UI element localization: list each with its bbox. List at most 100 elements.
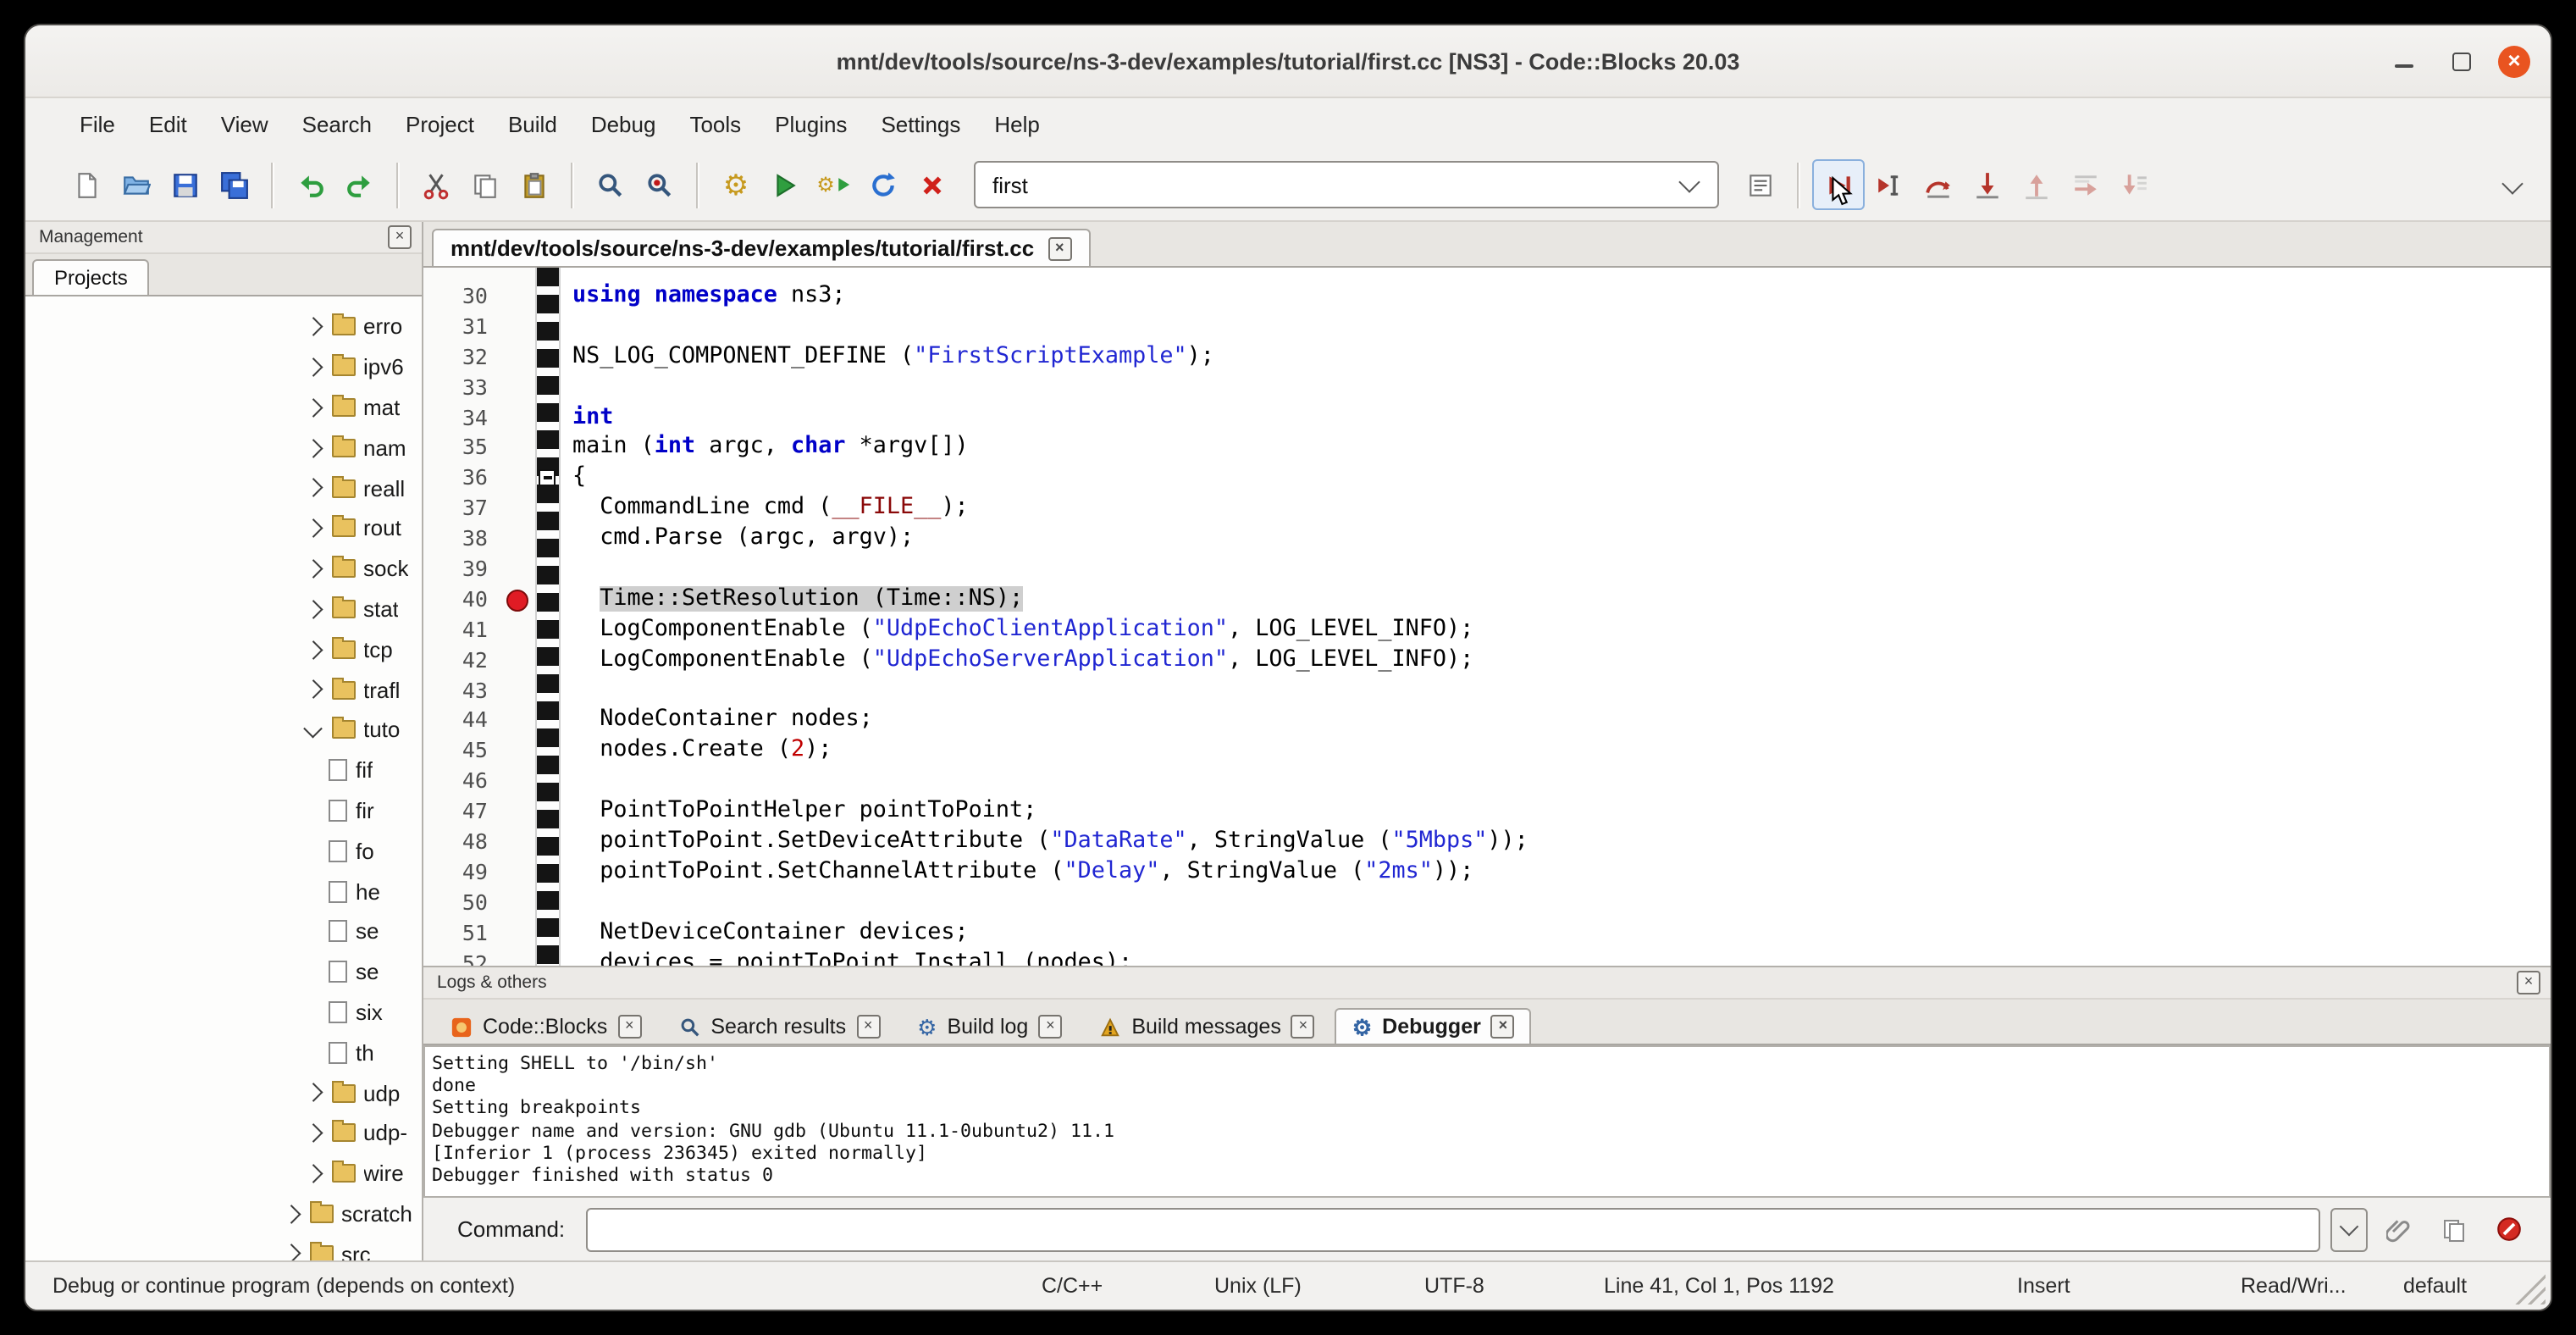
close-icon[interactable] [388,225,412,249]
code-line[interactable]: PointToPointHelper pointToPoint; [572,796,2551,827]
save-button[interactable] [161,161,210,208]
open-file-button[interactable] [112,161,161,208]
line-number[interactable]: 46 [423,767,488,797]
menu-debug[interactable]: Debug [574,104,673,143]
code-line[interactable]: NodeContainer nodes; [572,706,2551,736]
menu-edit[interactable]: Edit [132,104,204,143]
replace-button[interactable] [635,161,684,208]
attach-button[interactable] [2378,1207,2422,1251]
cut-button[interactable] [412,161,461,208]
command-input[interactable] [585,1207,2320,1251]
line-number[interactable]: 36 [423,463,488,494]
logs-tab-build-messages[interactable]: Build messages [1082,1008,1332,1044]
debugger-output[interactable]: Setting SHELL to '/bin/sh'doneSetting br… [423,1045,2551,1198]
find-button[interactable] [586,161,635,208]
chevron-down-icon[interactable] [304,718,322,736]
next-instruction-button[interactable] [2061,161,2110,208]
line-number[interactable]: 37 [423,493,488,523]
code-line[interactable]: NS_LOG_COMPONENT_DEFINE ("FirstScriptExa… [572,342,2551,373]
menu-help[interactable]: Help [977,104,1057,143]
code-line[interactable] [572,554,2551,584]
chevron-right-icon[interactable] [304,1124,322,1142]
line-number[interactable]: 47 [423,796,488,827]
code-line[interactable]: NetDeviceContainer devices; [572,917,2551,948]
menu-settings[interactable]: Settings [864,104,977,143]
line-number[interactable]: 52 [423,948,488,966]
tree-item-udp-[interactable]: udp- [25,1113,422,1154]
code-line[interactable]: { [572,463,2551,494]
code-line[interactable]: pointToPoint.SetDeviceAttribute ("DataRa… [572,827,2551,857]
copy-button[interactable] [461,161,510,208]
close-icon[interactable] [2517,971,2540,994]
logs-tab-code-blocks[interactable]: Code::Blocks [434,1008,658,1044]
menu-project[interactable]: Project [389,104,491,143]
build-button[interactable]: ⚙ [711,161,760,208]
tree-item-src[interactable]: src [25,1234,422,1260]
close-icon[interactable] [1038,1015,1062,1039]
line-number[interactable]: 50 [423,888,488,918]
line-number[interactable]: 38 [423,523,488,554]
line-number[interactable]: 42 [423,645,488,675]
chevron-right-icon[interactable] [304,560,322,578]
tree-item-erro[interactable]: erro [25,307,422,347]
logs-tab-build-log[interactable]: ⚙Build log [900,1008,1079,1044]
rebuild-button[interactable] [859,161,908,208]
tree-item-rout[interactable]: rout [25,508,422,549]
code-line[interactable]: cmd.Parse (argc, argv); [572,523,2551,554]
chevron-right-icon[interactable] [304,479,322,497]
code-line[interactable]: CommandLine cmd (__FILE__); [572,493,2551,523]
tree-item-fir[interactable]: fir [25,790,422,831]
chevron-right-icon[interactable] [304,358,322,376]
chevron-right-icon[interactable] [304,600,322,618]
tree-item-scratch[interactable]: scratch [25,1194,422,1234]
tree-item-fif[interactable]: fif [25,751,422,791]
step-out-button[interactable] [2012,161,2061,208]
paste-button[interactable] [510,161,559,208]
chevron-right-icon[interactable] [282,1245,300,1260]
menu-view[interactable]: View [204,104,285,143]
tree-item-tuto[interactable]: tuto [25,710,422,751]
logs-tab-search-results[interactable]: Search results [661,1008,897,1044]
chevron-right-icon[interactable] [304,318,322,335]
breakpoint-marker[interactable] [506,589,528,611]
tree-item-fo[interactable]: fo [25,831,422,872]
resize-grip[interactable] [2512,1271,2546,1305]
close-icon[interactable] [1048,236,1071,260]
tree-item-he[interactable]: he [25,871,422,911]
code-editor[interactable]: 3031323334353637383940414243444546474849… [423,268,2551,966]
code-line[interactable] [572,888,2551,918]
menu-file[interactable]: File [63,104,132,143]
menu-build[interactable]: Build [491,104,574,143]
toolbar-overflow-button[interactable] [2488,161,2537,208]
chevron-right-icon[interactable] [304,439,322,457]
tree-item-wire[interactable]: wire [25,1153,422,1194]
titlebar[interactable]: mnt/dev/tools/source/ns-3-dev/examples/t… [25,25,2551,98]
code-area[interactable]: using namespace ns3; NS_LOG_COMPONENT_DEF… [561,268,2551,966]
run-button[interactable] [760,161,810,208]
code-line[interactable] [572,767,2551,797]
tab-projects[interactable]: Projects [32,259,150,295]
abort-button[interactable] [908,161,957,208]
line-number[interactable]: 31 [423,312,488,342]
select-target-button[interactable] [1736,161,1785,208]
close-button[interactable] [2498,45,2530,77]
build-target-combobox[interactable]: first [974,161,1719,208]
code-line[interactable]: LogComponentEnable ("UdpEchoServerApplic… [572,645,2551,675]
copy-log-button[interactable] [2432,1207,2476,1251]
line-number[interactable]: 41 [423,615,488,645]
code-line[interactable]: devices = pointToPoint.Install (nodes); [572,948,2551,966]
line-number[interactable]: 51 [423,917,488,948]
line-number[interactable]: 33 [423,372,488,402]
code-line[interactable]: int [572,402,2551,433]
code-line[interactable]: using namespace ns3; [572,281,2551,312]
tree-item-se[interactable]: se [25,952,422,993]
code-line[interactable]: pointToPoint.SetChannelAttribute ("Delay… [572,857,2551,888]
line-number[interactable]: 44 [423,706,488,736]
line-number[interactable]: 45 [423,736,488,767]
line-number[interactable]: 30 [423,281,488,312]
chevron-right-icon[interactable] [304,640,322,658]
chevron-right-icon[interactable] [304,1083,322,1101]
editor-tab-first-cc[interactable]: mnt/dev/tools/source/ns-3-dev/examples/t… [432,229,1090,266]
line-number[interactable]: 34 [423,402,488,433]
tree-item-mat[interactable]: mat [25,387,422,428]
